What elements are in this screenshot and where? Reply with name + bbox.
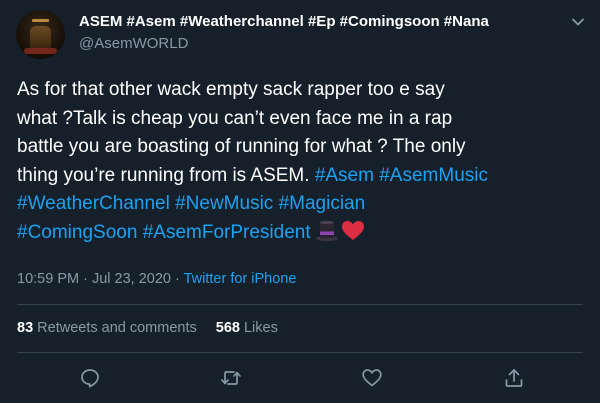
- chevron-down-icon[interactable]: [568, 12, 588, 32]
- tweet-text-fragment: thing you’re running from is ASEM.: [17, 164, 315, 186]
- retweets-count: 83: [17, 320, 34, 336]
- avatar-detail: [32, 19, 49, 22]
- hashtag-link[interactable]: #NewMusic: [175, 193, 273, 214]
- like-button[interactable]: [361, 367, 383, 389]
- divider: [17, 352, 583, 353]
- hashtag-link[interactable]: #WeatherChannel: [17, 193, 170, 214]
- likes-count: 568: [215, 320, 240, 336]
- top-hat-icon: [315, 220, 339, 242]
- retweet-button[interactable]: [220, 367, 242, 389]
- hashtag-link[interactable]: #AsemForPresident: [143, 222, 311, 243]
- hashtag-link[interactable]: #Asem: [315, 165, 374, 186]
- avatar-detail: [24, 48, 57, 54]
- hashtag-link[interactable]: #AsemMusic: [379, 165, 488, 186]
- avatar-detail: [30, 26, 51, 48]
- meta-separator: ·: [170, 271, 184, 287]
- user-handle[interactable]: @AsemWORLD: [79, 35, 188, 52]
- like-icon: [361, 367, 383, 389]
- tweet-text: As for that other wack empty sack rapper…: [17, 76, 587, 247]
- source-link[interactable]: Twitter for iPhone: [184, 271, 297, 287]
- tweet-text-line: thing you’re running from is ASEM. #Asem…: [17, 162, 587, 191]
- timestamp[interactable]: 10:59 PM · Jul 23, 2020: [17, 271, 171, 287]
- reply-button[interactable]: [79, 367, 101, 389]
- tweet-text-line: As for that other wack empty sack rapper…: [17, 79, 445, 100]
- share-icon: [503, 367, 525, 389]
- hashtag-link[interactable]: #Magician: [279, 193, 366, 214]
- divider: [17, 304, 583, 305]
- retweets-label: Retweets and comments: [33, 320, 197, 336]
- tweet-text-line: #WeatherChannel #NewMusic #Magician: [17, 190, 587, 219]
- tweet-card: ASEM #Asem #Weatherchannel #Ep #Comingso…: [0, 0, 600, 403]
- tweet-stats: 83 Retweets and comments 568 Likes: [17, 320, 278, 336]
- retweets-stat[interactable]: 83 Retweets and comments: [17, 320, 197, 336]
- reply-icon: [79, 367, 101, 389]
- tweet-text-line: what ?Talk is cheap you can’t even face …: [17, 107, 453, 129]
- retweet-icon: [220, 367, 242, 389]
- likes-stat[interactable]: 568 Likes: [216, 320, 278, 336]
- tweet-meta: 10:59 PM · Jul 23, 2020 · Twitter for iP…: [17, 271, 296, 287]
- tweet-text-line: battle you are boasting of running for w…: [17, 136, 466, 157]
- red-heart-icon: [341, 220, 365, 242]
- tweet-text-line: #ComingSoon #AsemForPresident: [17, 219, 587, 248]
- share-button[interactable]: [503, 367, 525, 389]
- hashtag-link[interactable]: #ComingSoon: [17, 222, 137, 243]
- likes-label: Likes: [239, 320, 278, 336]
- display-name[interactable]: ASEM #Asem #Weatherchannel #Ep #Comingso…: [79, 13, 539, 30]
- avatar[interactable]: [16, 10, 65, 59]
